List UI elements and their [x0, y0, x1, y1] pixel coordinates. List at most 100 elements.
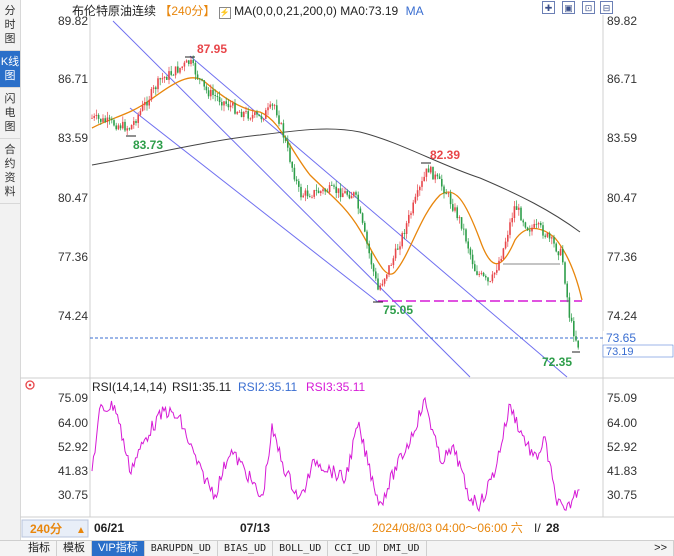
candle-body — [108, 117, 111, 119]
period-dropdown-icon[interactable]: ▲ — [76, 525, 86, 536]
tab-barupdn[interactable]: BARUPDN_UD — [145, 541, 218, 556]
candle-body — [419, 186, 421, 191]
candle-body — [570, 317, 573, 321]
date-label: 28 — [546, 521, 560, 535]
candle-body — [399, 246, 401, 250]
candle-body — [403, 233, 406, 234]
candle-body — [265, 110, 267, 119]
candle-body — [491, 274, 494, 282]
candle-body — [441, 178, 443, 187]
channel-upper-line[interactable] — [112, 20, 471, 378]
candle-body — [236, 112, 238, 114]
candle-body — [394, 248, 397, 259]
candle-body — [326, 191, 329, 193]
candle-body — [157, 78, 159, 90]
candle-body — [192, 59, 194, 64]
candle-body — [170, 71, 172, 75]
candle-body — [423, 176, 425, 182]
candle-body — [410, 213, 412, 215]
candle-body — [361, 213, 364, 223]
candle-body — [342, 193, 344, 198]
candle-body — [414, 196, 417, 203]
candle-body — [372, 264, 375, 272]
price-tick: 80.47 — [607, 191, 637, 205]
candle-body — [357, 194, 359, 209]
candle-body — [174, 66, 177, 76]
candle-body — [322, 189, 324, 192]
candle-body — [256, 112, 258, 115]
candle-body — [500, 258, 502, 261]
candle-body — [218, 96, 221, 103]
candle-body — [577, 340, 579, 348]
candle-body — [223, 101, 225, 106]
candle-body — [278, 115, 280, 124]
rsi-settings-icon[interactable] — [25, 380, 35, 390]
price-tick: 74.24 — [607, 309, 637, 323]
candle-body — [509, 222, 511, 235]
candle-body — [190, 59, 192, 64]
tab-scroll-button[interactable]: >> — [648, 541, 674, 556]
candle-body — [346, 191, 348, 195]
candle-body — [324, 189, 326, 192]
candle-body — [381, 283, 384, 286]
candle-body — [421, 181, 423, 187]
candle-body — [137, 114, 139, 123]
candle-body — [540, 223, 542, 226]
candle-body — [353, 192, 355, 197]
candle-body — [194, 63, 197, 75]
candle-body — [249, 118, 252, 120]
candle-body — [240, 111, 243, 118]
candle-body — [386, 274, 388, 279]
candle-body — [227, 103, 230, 108]
indicator-tab-bar: 指标 模板 VIP指标 BARUPDN_UD BIAS_UD BOLL_UD C… — [0, 540, 674, 556]
candle-body — [489, 281, 491, 283]
tab-bias[interactable]: BIAS_UD — [218, 541, 274, 556]
price-tick: 86.71 — [58, 72, 88, 86]
candle-body — [498, 260, 500, 271]
candle-body — [309, 196, 311, 198]
tab-boll[interactable]: BOLL_UD — [273, 541, 329, 556]
candle-body — [117, 125, 120, 130]
candle-body — [551, 237, 553, 239]
candle-body — [315, 190, 318, 191]
candlesticks[interactable] — [91, 55, 579, 350]
date-label: 07/13 — [240, 521, 270, 535]
candle-body — [221, 102, 223, 106]
rsi-line[interactable] — [91, 396, 580, 513]
candle-body — [553, 237, 555, 244]
rsi-axis-left: 75.09 64.00 52.92 41.83 30.75 — [58, 391, 88, 502]
candle-body — [298, 181, 300, 187]
rsi-tick: 75.09 — [607, 391, 637, 405]
kline-chart[interactable]: 89.82 86.71 83.59 80.47 77.36 74.24 89.8… — [0, 0, 674, 540]
candle-body — [100, 118, 102, 122]
price-tick: 74.24 — [58, 309, 88, 323]
candle-body — [172, 74, 175, 76]
candle-body — [104, 118, 106, 123]
low-annotation: 83.73 — [133, 138, 163, 152]
rsi-tick: 30.75 — [58, 488, 88, 502]
tab-vip-indicators[interactable]: VIP指标 — [92, 541, 145, 556]
candle-body — [333, 185, 335, 187]
rsi3-value: RSI3:35.11 — [306, 380, 365, 394]
tab-indicators[interactable]: 指标 — [0, 541, 57, 556]
candle-body — [364, 222, 366, 232]
tab-dmi[interactable]: DMI_UD — [377, 541, 427, 556]
rsi-tick: 52.92 — [58, 440, 88, 454]
candle-body — [463, 228, 465, 230]
candle-body — [542, 225, 544, 236]
candle-body — [529, 230, 531, 232]
candle-body — [179, 67, 181, 73]
candle-body — [524, 222, 527, 228]
candle-body — [375, 271, 377, 279]
date-tick: I/ — [534, 521, 541, 535]
candle-body — [95, 114, 98, 117]
candle-body — [370, 253, 373, 265]
candle-body — [430, 166, 432, 173]
trend-channel[interactable] — [112, 20, 568, 378]
candle-body — [320, 191, 322, 194]
channel-middle-line[interactable] — [189, 55, 568, 378]
tab-cci[interactable]: CCI_UD — [328, 541, 378, 556]
candle-body — [159, 78, 161, 80]
candle-body — [546, 233, 549, 237]
tab-templates[interactable]: 模板 — [57, 541, 92, 556]
